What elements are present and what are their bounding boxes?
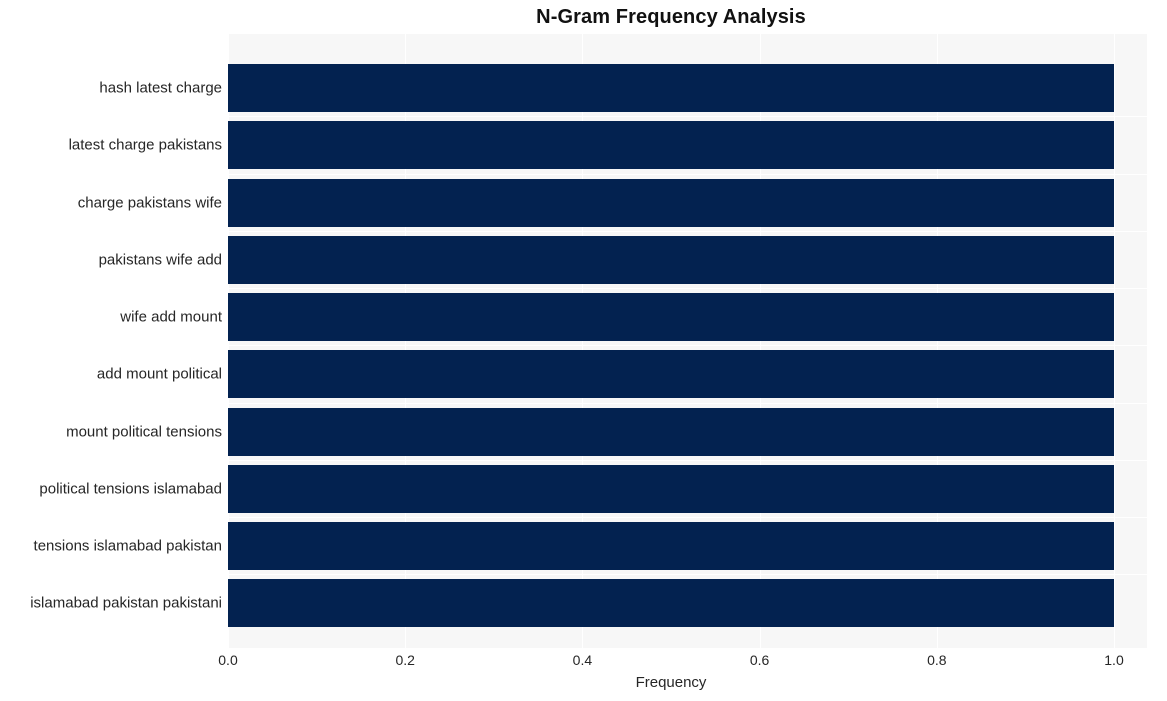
x-axis-tick-label: 1.0 <box>1104 652 1124 668</box>
y-gridline <box>228 116 1147 117</box>
y-gridline <box>228 288 1147 289</box>
x-axis-label: Frequency <box>635 674 707 691</box>
bar <box>228 178 1114 227</box>
y-axis-tick-label: wife add mount <box>120 308 222 326</box>
bar <box>228 522 1114 571</box>
y-axis-tick-label: tensions islamabad pakistan <box>33 537 222 555</box>
chart-title: N-Gram Frequency Analysis <box>536 6 806 28</box>
y-gridline <box>228 403 1147 404</box>
y-axis-tick-label: latest charge pakistans <box>68 136 222 154</box>
y-gridline <box>228 345 1147 346</box>
bar <box>228 407 1114 456</box>
y-axis-tick-label: add mount political <box>96 365 222 383</box>
bar <box>228 464 1114 513</box>
y-gridline <box>228 231 1147 232</box>
bar <box>228 579 1114 628</box>
y-gridline <box>228 174 1147 175</box>
x-axis-tick-label: 0.8 <box>927 652 947 668</box>
y-gridline <box>228 460 1147 461</box>
bar <box>228 350 1114 399</box>
y-axis-tick-label: pakistans wife add <box>98 251 222 269</box>
y-gridline <box>228 574 1147 575</box>
y-axis-tick-label: mount political tensions <box>66 423 222 441</box>
bar <box>228 235 1114 284</box>
y-axis-tick-label: political tensions islamabad <box>39 480 222 498</box>
x-axis-tick-label: 0.6 <box>749 652 770 668</box>
bar <box>228 293 1114 342</box>
y-axis-tick-label: charge pakistans wife <box>77 194 222 212</box>
plot-area <box>228 34 1147 648</box>
chart-figure: N-Gram Frequency Analysis Frequency hash… <box>0 0 1167 701</box>
y-axis-tick-label: hash latest charge <box>99 79 222 97</box>
y-axis-tick-label: islamabad pakistan pakistani <box>30 594 222 612</box>
bar <box>228 64 1114 112</box>
y-gridline <box>228 517 1147 518</box>
x-gridline <box>1114 34 1115 648</box>
bar <box>228 121 1114 170</box>
x-axis-tick-label: 0.0 <box>218 652 238 668</box>
x-axis-tick-label: 0.4 <box>572 652 593 668</box>
x-axis-tick-label: 0.2 <box>395 652 415 668</box>
